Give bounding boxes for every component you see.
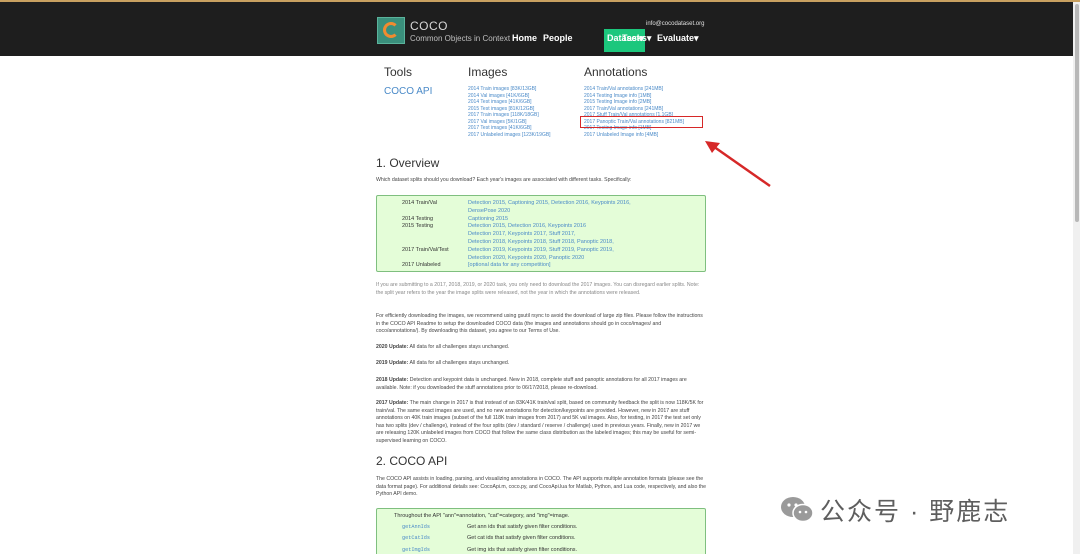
split-tasks[interactable]: Detection 2018, Keypoints 2018, Stuff 20… bbox=[468, 239, 614, 245]
brand-subtitle: Common Objects in Context bbox=[410, 34, 511, 43]
wechat-watermark: 公众号 · 野鹿志 bbox=[780, 492, 1010, 528]
fn-getimgids[interactable]: getImgIds bbox=[402, 547, 430, 553]
nav-people[interactable]: People bbox=[543, 33, 573, 43]
split-tasks[interactable]: Detection 2020, Keypoints 2020, Panoptic… bbox=[468, 255, 584, 261]
update-2017: 2017 Update: The main change in 2017 is … bbox=[376, 400, 706, 445]
split-year: 2017 Train/Val/Test bbox=[402, 246, 449, 253]
annotation-download-link[interactable]: 2015 Testing Image info [2MB] bbox=[584, 99, 651, 105]
image-download-link[interactable]: 2017 Train images [118K/18GB] bbox=[468, 112, 539, 118]
scrollbar-thumb[interactable] bbox=[1075, 4, 1079, 222]
split-tasks[interactable]: DensePose 2020 bbox=[468, 208, 510, 214]
fn-getimgids-desc: Get img ids that satisfy given filter co… bbox=[467, 547, 578, 553]
annotation-download-link[interactable]: 2014 Testing Image info [1MB] bbox=[584, 93, 651, 99]
fn-getannids-desc: Get ann ids that satisfy given filter co… bbox=[467, 524, 578, 530]
image-download-link[interactable]: 2014 Train images [83K/13GB] bbox=[468, 86, 536, 92]
split-year: 2017 Unlabeled bbox=[402, 262, 441, 269]
image-download-link[interactable]: 2017 Unlabeled images [123K/19GB] bbox=[468, 132, 551, 138]
nav-tasks[interactable]: Tasks▾ bbox=[622, 33, 651, 44]
overview-intro: Which dataset splits should you download… bbox=[376, 177, 632, 183]
update-2019-text: All data for all challenges stays unchan… bbox=[409, 360, 510, 366]
nav-evaluate[interactable]: Evaluate▾ bbox=[657, 33, 699, 44]
image-download-link[interactable]: 2017 Val images [5K/1GB] bbox=[468, 119, 527, 125]
red-arrow-icon bbox=[705, 141, 771, 188]
split-tasks[interactable]: [optional data for any competition] bbox=[468, 262, 551, 268]
wechat-icon bbox=[781, 497, 814, 523]
update-2018-text: Detection and keypoint data is unchanged… bbox=[376, 377, 687, 391]
coco-api-link[interactable]: COCO API bbox=[384, 86, 432, 97]
split-tasks[interactable]: Detection 2015, Detection 2016, Keypoint… bbox=[468, 223, 586, 229]
update-2019: 2019 Update: All data for all challenges… bbox=[376, 360, 706, 368]
update-2020: 2020 Update: All data for all challenges… bbox=[376, 344, 706, 352]
split-year: 2015 Testing bbox=[402, 223, 434, 230]
update-2018-label: 2018 Update: bbox=[376, 377, 409, 383]
update-2017-text: The main change in 2017 is that instead … bbox=[376, 400, 704, 444]
image-download-link[interactable]: 2017 Test images [41K/6GB] bbox=[468, 125, 532, 131]
coco-api-heading: 2. COCO API bbox=[376, 454, 448, 468]
annotations-title: Annotations bbox=[584, 65, 648, 79]
brand-name[interactable]: COCO bbox=[410, 19, 448, 33]
watermark-text: 公众号 · 野鹿志 bbox=[820, 498, 1011, 526]
update-2019-label: 2019 Update: bbox=[376, 360, 409, 366]
contact-email[interactable]: info@cocodataset.org bbox=[646, 21, 704, 27]
annotation-download-link[interactable]: 2017 Unlabeled Image info [4MB] bbox=[584, 132, 658, 138]
update-2020-text: All data for all challenges stays unchan… bbox=[409, 344, 510, 350]
image-download-link[interactable]: 2014 Val images [41K/6GB] bbox=[468, 93, 529, 99]
split-year: 2014 Train/Val bbox=[402, 200, 438, 206]
fn-getcatids[interactable]: getCatIds bbox=[402, 535, 430, 541]
split-tasks[interactable]: Detection 2017, Keypoints 2017, Stuff 20… bbox=[468, 231, 576, 237]
update-2018: 2018 Update: Detection and keypoint data… bbox=[376, 377, 706, 392]
logo-ring-icon bbox=[383, 22, 399, 38]
splits-table: 2014 Train/Val Detection 2015, Captioning… bbox=[376, 195, 706, 272]
annotation-download-link[interactable]: 2014 Train/Val annotations [241MB] bbox=[584, 86, 663, 92]
nav-home[interactable]: Home bbox=[512, 33, 537, 43]
tools-title: Tools bbox=[384, 65, 413, 79]
split-tasks[interactable]: Detection 2015, Captioning 2015, Detecti… bbox=[468, 200, 631, 206]
overview-note: If you are submitting to a 2017, 2018, 2… bbox=[376, 282, 700, 296]
split-tasks[interactable]: Detection 2019, Keypoints 2019, Stuff 20… bbox=[468, 247, 614, 253]
fn-getannids[interactable]: getAnnIds bbox=[402, 524, 430, 530]
split-tasks[interactable]: Captioning 2015 bbox=[468, 216, 508, 222]
coco-api-intro: The COCO API assists in loading, parsing… bbox=[376, 476, 706, 497]
image-download-link[interactable]: 2014 Test images [41K/6GB] bbox=[468, 99, 532, 105]
image-download-link[interactable]: 2015 Test images [81K/12GB] bbox=[468, 106, 534, 112]
navbar bbox=[0, 2, 1073, 56]
fn-getcatids-desc: Get cat ids that satisfy given filter co… bbox=[467, 535, 576, 541]
coco-logo[interactable] bbox=[377, 17, 405, 44]
highlight-box bbox=[580, 116, 703, 128]
download-tip: For efficiently downloading the images, … bbox=[376, 313, 703, 334]
api-functions-box: Throughout the API "ann"=annotation, "ca… bbox=[376, 508, 706, 554]
split-year: 2014 Testing bbox=[402, 215, 434, 222]
update-2020-label: 2020 Update: bbox=[376, 344, 409, 350]
api-box-head: Throughout the API "ann"=annotation, "ca… bbox=[394, 513, 570, 519]
images-title: Images bbox=[468, 65, 508, 79]
annotation-download-link[interactable]: 2017 Train/Val annotations [241MB] bbox=[584, 106, 663, 112]
overview-heading: 1. Overview bbox=[376, 156, 440, 170]
update-2017-label: 2017 Update: bbox=[376, 400, 409, 406]
